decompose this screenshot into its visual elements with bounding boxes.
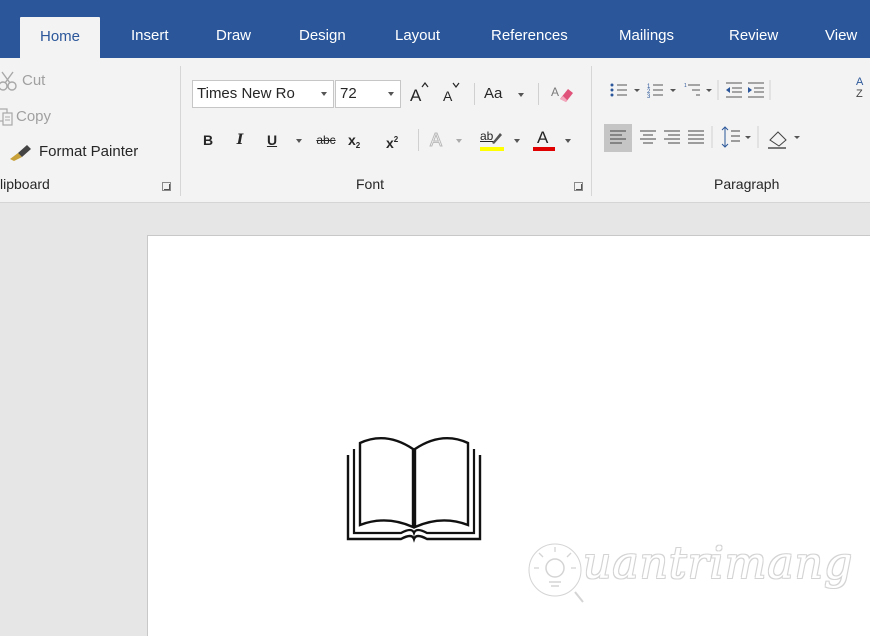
font-size-combobox[interactable]: 72 [335, 80, 401, 108]
chevron-down-icon[interactable] [321, 92, 327, 96]
cut-label: Cut [22, 72, 46, 89]
subscript-mark: 2 [355, 141, 361, 150]
tab-references[interactable]: References [491, 16, 568, 58]
grow-font-icon: A [410, 82, 429, 105]
clipboard-dialog-launcher-icon[interactable] [162, 182, 171, 191]
align-right-icon[interactable] [664, 130, 680, 144]
chevron-down-icon [514, 139, 520, 143]
paragraph-toolbar: 1 2 3 1 [604, 80, 800, 152]
separator [538, 83, 539, 105]
decrease-indent-icon[interactable] [726, 82, 742, 98]
grow-font-button[interactable]: A [408, 81, 430, 107]
pen-icon [492, 133, 502, 144]
book-icon [346, 437, 482, 543]
subscript-button[interactable]: x2 [348, 127, 370, 153]
text-effects-icon: A [429, 130, 443, 151]
scissors-icon [0, 71, 17, 91]
copy-label: Copy [16, 108, 52, 125]
font-size-value: 72 [340, 85, 357, 102]
svg-text:1: 1 [684, 83, 687, 89]
separator [418, 129, 419, 151]
change-case-button[interactable]: Aa [484, 81, 530, 107]
align-left-selected-bg [604, 124, 632, 152]
underline-button[interactable]: U [264, 127, 280, 153]
tab-design[interactable]: Design [299, 16, 346, 58]
separator [474, 83, 475, 105]
sort-label: A [856, 76, 864, 88]
tab-layout[interactable]: Layout [395, 16, 440, 58]
watermark-text: uantrimang [583, 538, 854, 589]
tab-home[interactable]: Home [20, 17, 101, 58]
increase-indent-icon[interactable] [748, 82, 764, 98]
highlight-color-bar [480, 147, 504, 151]
font-group-label: Font [356, 176, 385, 192]
ribbon: Cut Copy Format Painter lipboard Times N… [0, 58, 870, 203]
watermark-logo: uantrimang [523, 530, 863, 606]
tab-review[interactable]: Review [729, 16, 778, 58]
clipboard-group-label: lipboard [0, 176, 50, 192]
tab-draw[interactable]: Draw [216, 16, 251, 58]
chevron-down-icon [456, 139, 462, 143]
text-effects-button[interactable]: A [429, 127, 462, 153]
copy-icon [0, 108, 13, 126]
align-center-icon[interactable] [640, 130, 656, 144]
font-color-button[interactable]: A [532, 125, 576, 151]
subscript-x: x [348, 132, 356, 148]
font-dialog-launcher-icon[interactable] [574, 182, 583, 191]
superscript-x: x [386, 135, 394, 151]
bullets-icon[interactable] [610, 83, 641, 97]
ribbon-tab-bar: Home Insert Draw Design Layout Reference… [0, 0, 870, 58]
font-color-bar [533, 147, 555, 151]
tab-view[interactable]: View [825, 16, 857, 58]
superscript-button[interactable]: x2 [386, 127, 408, 153]
format-painter-label: Format Painter [39, 143, 139, 160]
group-separator [591, 66, 592, 196]
svg-text:A: A [551, 85, 559, 99]
chevron-down-icon [565, 139, 571, 143]
svg-text:A: A [443, 88, 453, 104]
clear-formatting-icon: A [551, 85, 573, 102]
superscript-mark: 2 [393, 135, 399, 144]
line-spacing-icon[interactable] [721, 126, 751, 148]
strikethrough-button[interactable]: abc [312, 127, 340, 153]
tab-mailings[interactable]: Mailings [619, 16, 674, 58]
tab-insert[interactable]: Insert [131, 16, 169, 58]
font-name-value: Times New Ro [197, 85, 295, 102]
highlight-button[interactable]: ab [478, 125, 522, 151]
chevron-down-icon[interactable] [388, 92, 394, 96]
change-case-label: Aa [484, 85, 503, 102]
shrink-font-icon: A [443, 82, 460, 104]
group-separator [180, 66, 181, 196]
clear-formatting-button[interactable]: A [550, 81, 576, 107]
chevron-down-icon [518, 93, 524, 97]
font-name-combobox[interactable]: Times New Ro [192, 80, 334, 108]
bold-button[interactable]: B [200, 127, 216, 153]
italic-button[interactable]: I [232, 127, 248, 153]
shrink-font-button[interactable]: A [440, 81, 462, 107]
paintbrush-icon [10, 145, 31, 161]
svg-text:3: 3 [647, 94, 651, 100]
justify-icon[interactable] [688, 130, 704, 144]
sort-button[interactable]: AZ [856, 76, 863, 100]
multilevel-list-icon[interactable]: 1 [684, 83, 712, 96]
chevron-down-icon[interactable] [296, 139, 302, 143]
svg-text:A: A [410, 86, 422, 105]
shading-icon[interactable] [768, 131, 800, 149]
lightbulb-logo-icon [526, 541, 584, 603]
paragraph-group-label: Paragraph [714, 176, 780, 192]
numbering-icon[interactable]: 1 2 3 [647, 84, 676, 100]
